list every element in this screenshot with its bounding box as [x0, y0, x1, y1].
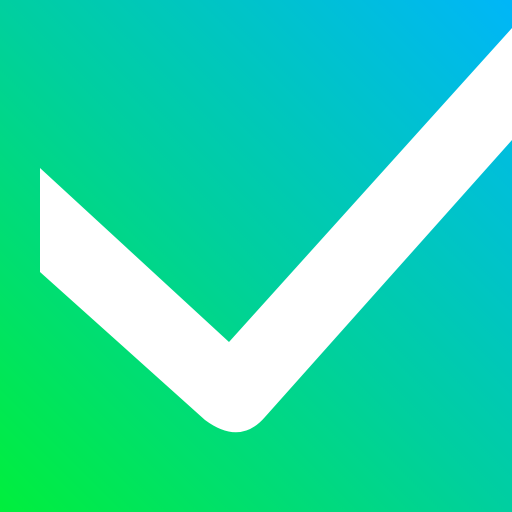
app-icon-tile [0, 0, 512, 512]
checkmark-icon-graphic [0, 0, 512, 512]
